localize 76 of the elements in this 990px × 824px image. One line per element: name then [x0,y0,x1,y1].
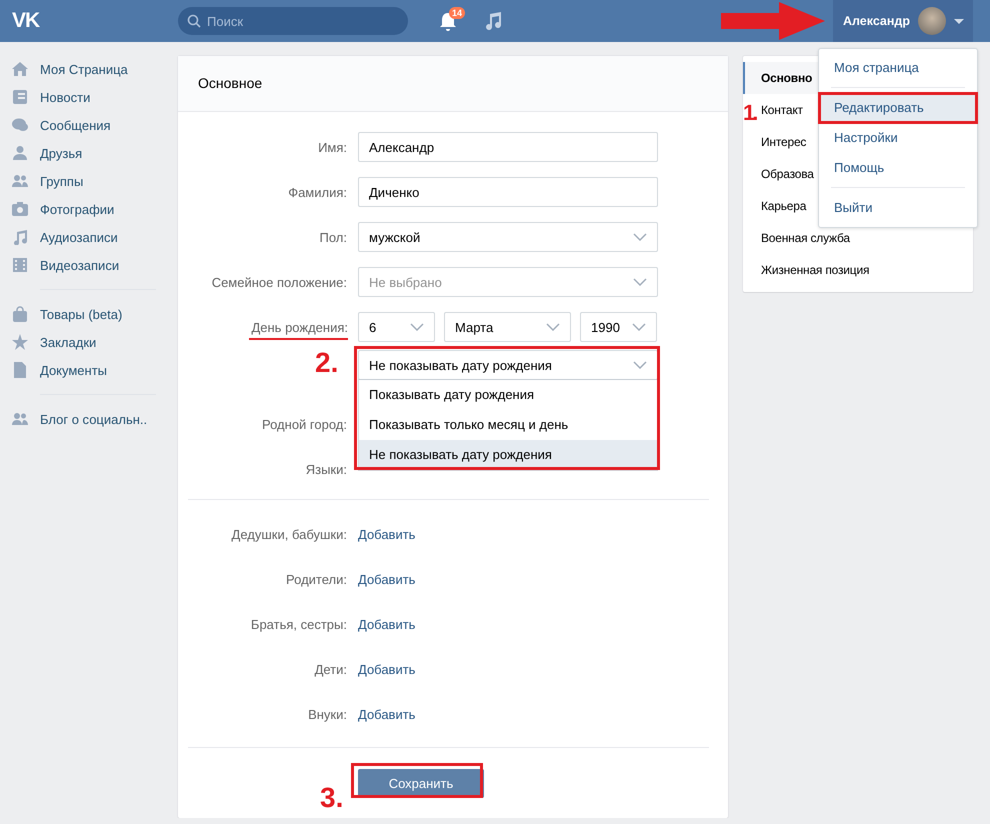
menu-item[interactable]: Настройки [819,123,977,153]
select-field[interactable]: 6 [358,312,435,342]
user-name: Александр [842,14,910,28]
sidebar-item[interactable]: Документы [12,356,178,384]
add-link[interactable]: Добавить [358,662,416,676]
film-icon [12,257,28,273]
chat-bubble-icon [12,117,28,133]
field-label: Братья, сестры: [250,616,347,632]
logo[interactable]: VK [0,9,178,33]
text-field[interactable]: Диченко [358,177,658,207]
people-icon [12,173,28,189]
step-number: 3. [320,783,344,813]
sidebar-item[interactable]: Товары (beta) [12,300,178,328]
sidebar-item[interactable]: Аудиозаписи [12,223,178,251]
music-note-icon[interactable] [485,11,503,31]
chevron-down-icon [410,323,424,331]
field-label: Языки: [306,462,347,476]
step-number: 2. [315,348,338,378]
dropdown-option[interactable]: Не показывать дату рождения [359,440,657,470]
field-label: Семейное положение: [212,274,347,290]
sidebar-item[interactable]: Моя Страница [12,55,178,83]
field-label: Дедушки, бабушки: [232,526,347,542]
chevron-down-icon [633,278,647,286]
camera-icon [12,201,28,217]
search-icon [187,14,201,28]
select-field[interactable]: 1990 [580,312,657,342]
field-label: Родной город: [262,416,347,432]
menu-item[interactable]: Редактировать [819,93,977,123]
add-link[interactable]: Добавить [358,706,416,722]
card-title: Основное [178,56,728,112]
sidebar-item[interactable]: Сообщения [12,111,178,139]
chevron-down-icon [633,361,647,369]
people-icon [12,411,28,427]
sidebar-item[interactable]: Группы [12,167,178,195]
search-field[interactable]: Поиск [178,7,408,35]
section-tab[interactable]: Жизненная позиция [743,254,973,286]
sidebar-item[interactable]: Новости [12,83,178,111]
sidebar-item[interactable]: Друзья [12,139,178,167]
field-label: Дети: [314,662,347,676]
field-label: Пол: [320,230,347,244]
chevron-down-icon [633,233,647,241]
avatar [918,7,946,35]
notification-badge: 14 [449,7,466,19]
field-label: Родители: [286,572,347,586]
select-field[interactable]: Марта [444,312,571,342]
chevron-down-icon [632,323,646,331]
sidebar-item[interactable]: Фотографии [12,195,178,223]
sidebar-item[interactable]: Закладки [12,328,178,356]
add-link[interactable]: Добавить [358,616,416,632]
add-link[interactable]: Добавить [358,526,416,542]
caret-icon [954,18,964,24]
field-label: Имя: [318,140,347,154]
select-field[interactable]: Не показывать дату рождения [358,350,658,380]
add-link[interactable]: Добавить [358,572,416,586]
sidebar-item[interactable]: Видеозаписи [12,251,178,279]
menu-item[interactable]: Моя страница [819,53,977,83]
music-note-icon [12,229,28,245]
step-number: 1. [743,100,756,126]
star-icon [12,334,28,350]
field-label: Фамилия: [288,184,347,200]
newspaper-icon [12,89,28,105]
document-icon [12,362,28,378]
field-label: День рождения: [249,320,348,340]
chevron-down-icon [546,323,560,331]
select-field[interactable]: мужской [358,222,658,252]
menu-item[interactable]: Выйти [819,193,977,223]
text-field[interactable]: Александр [358,132,658,162]
menu-item[interactable]: Помощь [819,153,977,183]
user-menu-button[interactable]: Александр [832,0,973,42]
dropdown-option[interactable]: Показывать дату рождения [359,380,657,410]
home-icon [12,61,28,77]
person-icon [12,145,28,161]
dropdown-option[interactable]: Показывать только месяц и день [359,410,657,440]
bag-icon [12,306,28,322]
field-label: Внуки: [308,706,347,722]
sidebar-item[interactable]: Блог о социальн.. [12,405,178,433]
